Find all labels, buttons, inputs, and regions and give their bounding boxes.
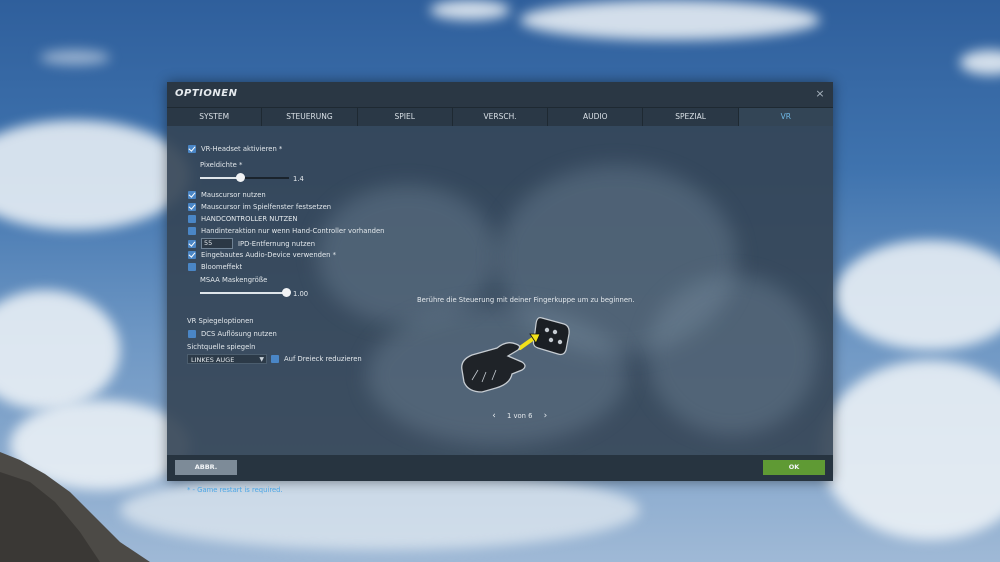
- mouse-lock-option[interactable]: Mauscursor im Spielfenster festsetzen: [188, 203, 331, 211]
- audio-device-checkbox[interactable]: [188, 251, 196, 259]
- sky-cloud: [40, 50, 110, 65]
- prev-page-icon[interactable]: ‹: [487, 411, 501, 421]
- ipd-label: IPD-Entfernung nutzen: [238, 239, 316, 248]
- audio-device-label: Eingebautes Audio-Device verwenden *: [201, 251, 337, 259]
- audio-device-option[interactable]: Eingebautes Audio-Device verwenden *: [188, 251, 336, 259]
- headset-checkbox[interactable]: [188, 145, 196, 153]
- headset-label: VR-Headset aktivieren *: [201, 145, 283, 153]
- handcontroller-checkbox[interactable]: [188, 215, 196, 223]
- sky-cloud: [835, 240, 1000, 350]
- mouse-lock-label: Mauscursor im Spielfenster festsetzen: [201, 203, 332, 211]
- hand-interaction-option[interactable]: Handinteraktion nur wenn Hand-Controller…: [188, 227, 385, 235]
- triangle-checkbox[interactable]: [271, 355, 279, 363]
- mountain-rock: [0, 452, 150, 562]
- msaa-label-row: MSAA Maskengröße: [200, 276, 267, 284]
- mouse-cursor-option[interactable]: Mauscursor nutzen: [188, 191, 266, 199]
- tab-spezial[interactable]: SPEZIAL: [643, 108, 739, 126]
- dialog-footer: ABBR. OK: [167, 455, 833, 481]
- hand-interaction-checkbox[interactable]: [188, 227, 196, 235]
- msaa-value: 1.00: [293, 290, 309, 298]
- sky-cloud: [430, 0, 510, 20]
- dcs-resolution-label: DCS Auflösung nutzen: [201, 330, 277, 338]
- hand-interaction-label: Handinteraktion nur wenn Hand-Controller…: [201, 227, 385, 235]
- pixel-density-value: 1.4: [293, 175, 304, 183]
- bloom-label: Bloomeffekt: [201, 263, 243, 271]
- sky-cloud: [0, 120, 190, 230]
- pixel-density-slider[interactable]: [200, 173, 289, 183]
- slider-thumb[interactable]: [236, 173, 246, 182]
- mirror-section-title: VR Spiegeloptionen: [187, 317, 254, 325]
- cancel-button[interactable]: ABBR.: [175, 460, 237, 475]
- ipd-input[interactable]: 55: [201, 238, 233, 249]
- options-dialog: OPTIONEN × SYSTEM STEUERUNG SPIEL VERSCH…: [167, 82, 833, 494]
- mirror-source-select[interactable]: LINKES AUGE ▼: [187, 354, 267, 364]
- triangle-option[interactable]: Auf Dreieck reduzieren: [271, 355, 362, 363]
- sky-cloud: [520, 0, 820, 40]
- mouse-cursor-label: Mauscursor nutzen: [201, 191, 266, 199]
- dcs-resolution-checkbox[interactable]: [188, 330, 196, 338]
- mirror-source-label-row: Sichtquelle spiegeln: [187, 343, 255, 351]
- mirror-source-label: Sichtquelle spiegeln: [187, 343, 256, 351]
- pixel-density-label: Pixeldichte *: [200, 161, 243, 169]
- tutorial-hint: Berühre die Steuerung mit deiner Fingerk…: [417, 296, 635, 304]
- bloom-checkbox[interactable]: [188, 263, 196, 271]
- hand-controller-illustration: [461, 317, 570, 393]
- tutorial-pager: ‹ 1 von 6 ›: [487, 411, 552, 421]
- mouse-cursor-checkbox[interactable]: [188, 191, 196, 199]
- ok-button[interactable]: OK: [763, 460, 825, 475]
- dcs-resolution-option[interactable]: DCS Auflösung nutzen: [188, 330, 277, 338]
- sky-cloud: [0, 290, 120, 410]
- msaa-label: MSAA Maskengröße: [200, 276, 268, 284]
- handcontroller-label: HANDCONTROLLER NUTZEN: [201, 215, 298, 223]
- tab-spiel[interactable]: SPIEL: [358, 108, 453, 126]
- dialog-title: OPTIONEN: [175, 88, 238, 99]
- headset-option[interactable]: VR-Headset aktivieren *: [188, 145, 282, 153]
- pixel-density-label-row: Pixeldichte *: [200, 161, 242, 169]
- handcontroller-option[interactable]: HANDCONTROLLER NUTZEN: [188, 215, 297, 223]
- chevron-down-icon: ▼: [259, 356, 264, 363]
- tab-vr[interactable]: VR: [738, 108, 833, 126]
- mouse-lock-checkbox[interactable]: [188, 203, 196, 211]
- slider-thumb[interactable]: [282, 288, 292, 297]
- close-icon[interactable]: ×: [813, 87, 827, 101]
- tab-audio[interactable]: AUDIO: [548, 108, 644, 126]
- sky-cloud: [820, 360, 1000, 540]
- tab-bar: SYSTEM STEUERUNG SPIEL VERSCH. AUDIO SPE…: [167, 107, 833, 126]
- restart-note: * - Game restart is required.: [187, 486, 283, 494]
- page-indicator: 1 von 6: [507, 412, 533, 420]
- glove-icon: [461, 342, 526, 393]
- vr-settings-panel: VR-Headset aktivieren * Pixeldichte * 1.…: [167, 125, 833, 494]
- sky-cloud: [120, 470, 640, 550]
- sky-cloud: [960, 50, 1000, 75]
- tab-steuerung[interactable]: STEUERUNG: [262, 108, 358, 126]
- ipd-checkbox[interactable]: [188, 239, 196, 248]
- tab-versch[interactable]: VERSCH.: [453, 108, 549, 126]
- next-page-icon[interactable]: ›: [538, 411, 552, 421]
- ipd-option[interactable]: 55 IPD-Entfernung nutzen: [188, 238, 315, 249]
- bloom-option[interactable]: Bloomeffekt: [188, 263, 242, 271]
- msaa-slider[interactable]: [200, 288, 292, 298]
- triangle-label: Auf Dreieck reduzieren: [284, 355, 362, 363]
- titlebar: OPTIONEN ×: [167, 82, 833, 107]
- tab-system[interactable]: SYSTEM: [167, 108, 263, 126]
